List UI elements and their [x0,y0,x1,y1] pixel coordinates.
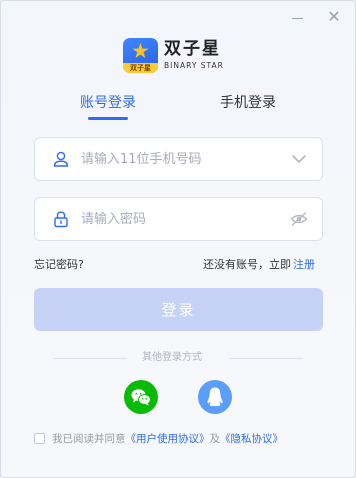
wechat-icon [131,389,151,406]
phone-input[interactable] [81,138,281,180]
agreement-row: 我已阅读并同意 《用户使用协议》 及 《隐私协议》 [34,431,283,445]
privacy-policy-link[interactable]: 《隐私协议》 [220,431,283,446]
qq-icon [207,387,223,407]
no-account-text: 还没有账号，立即 [203,258,291,271]
lock-icon [54,211,68,228]
password-input[interactable] [81,198,281,240]
register-link[interactable]: 注册 [293,256,315,272]
agreement-prefix: 我已阅读并同意 [52,432,126,445]
star-logo-icon: ★ 双子星 [123,37,158,73]
close-icon[interactable]: ✕ [324,7,344,27]
star-glyph: ★ [131,38,150,63]
password-field [34,197,323,241]
agreement-checkbox[interactable] [34,432,45,444]
divider-right [229,358,303,359]
login-window: ✕ ★ 双子星 双子星 BINARY STAR 账号登录 手机登录 请输入11位… [0,0,356,478]
logo-text: 双子星 BINARY STAR [164,39,224,71]
agreement-and: 及 [209,432,221,445]
tab-account-login[interactable]: 账号登录 [80,93,136,113]
active-tab-indicator [88,117,128,120]
wechat-login-button[interactable] [124,380,158,414]
logo-badge-text: 双子星 [123,62,158,73]
qq-login-button[interactable] [198,380,232,414]
user-icon [53,151,69,167]
forgot-password-link[interactable]: 忘记密码? [34,256,84,272]
chevron-down-icon[interactable] [290,151,308,167]
login-button[interactable]: 登录 [34,288,323,331]
tab-phone-login[interactable]: 手机登录 [220,93,276,113]
user-agreement-link[interactable]: 《用户使用协议》 [126,431,210,446]
app-logo: ★ 双子星 双子星 BINARY STAR [123,36,224,74]
other-login-label: 其他登录方式 [142,352,202,363]
app-name-cn: 双子星 [164,39,221,59]
phone-field [34,137,323,181]
minimize-icon[interactable] [288,7,308,27]
divider-left [53,358,127,359]
eye-hidden-icon[interactable] [290,211,308,227]
app-name-en: BINARY STAR [164,61,224,70]
